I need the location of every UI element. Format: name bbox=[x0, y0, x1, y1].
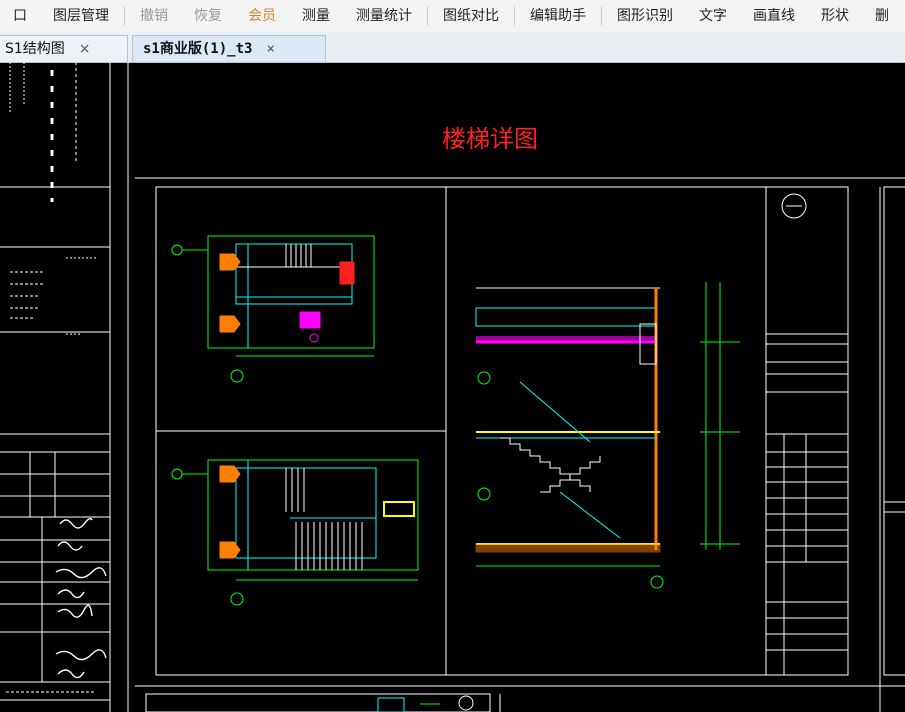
tab-s1-structure[interactable]: S1结构图 × bbox=[0, 35, 128, 62]
tab-s1-commercial[interactable]: s1商业版(1)_t3 × bbox=[132, 35, 326, 62]
bottom-sheet bbox=[377, 695, 474, 712]
toolbar-measure-button[interactable]: 测量 bbox=[289, 0, 343, 32]
main-toolbar: 口 图层管理 撤销 恢复 会员 测量 测量统计 图纸对比 编辑助手 图形识别 文… bbox=[0, 0, 905, 33]
adjacent-sheet bbox=[883, 186, 905, 676]
drawing-title: 楼梯详图 bbox=[442, 125, 538, 153]
toolbar-shape-button[interactable]: 形状 bbox=[808, 0, 862, 32]
stair-plan-upper bbox=[171, 235, 375, 383]
toolbar-delete-button[interactable]: 删 bbox=[862, 0, 902, 32]
stair-section bbox=[475, 282, 740, 589]
toolbar-measure-stats-button[interactable]: 测量统计 bbox=[343, 0, 425, 32]
toolbar-redo-button[interactable]: 恢复 bbox=[181, 0, 235, 32]
toolbar-member-button[interactable]: 会员 bbox=[235, 0, 289, 32]
toolbar-window-button[interactable]: 口 bbox=[0, 0, 40, 32]
toolbar-divider bbox=[427, 6, 428, 26]
tab-label: s1商业版(1)_t3 bbox=[143, 41, 253, 57]
toolbar-divider bbox=[124, 6, 125, 26]
toolbar-edit-helper-button[interactable]: 编辑助手 bbox=[517, 0, 599, 32]
document-tab-bar: S1结构图 × s1商业版(1)_t3 × bbox=[0, 32, 905, 63]
right-title-block bbox=[766, 193, 848, 675]
toolbar-undo-button[interactable]: 撤销 bbox=[127, 0, 181, 32]
stair-plan-lower bbox=[171, 459, 419, 606]
toolbar-draw-line-button[interactable]: 画直线 bbox=[740, 0, 808, 32]
toolbar-compare-button[interactable]: 图纸对比 bbox=[430, 0, 512, 32]
left-title-block bbox=[0, 62, 129, 712]
tab-label: S1结构图 bbox=[5, 41, 65, 57]
close-icon[interactable]: × bbox=[266, 36, 274, 62]
toolbar-divider bbox=[601, 6, 602, 26]
close-icon[interactable]: × bbox=[79, 36, 91, 62]
toolbar-text-button[interactable]: 文字 bbox=[686, 0, 740, 32]
toolbar-shape-recognize-button[interactable]: 图形识别 bbox=[604, 0, 686, 32]
drawing-canvas[interactable]: 楼梯详图 bbox=[0, 62, 905, 712]
toolbar-layer-manage-button[interactable]: 图层管理 bbox=[40, 0, 122, 32]
toolbar-divider bbox=[514, 6, 515, 26]
signature-marks bbox=[55, 517, 107, 679]
